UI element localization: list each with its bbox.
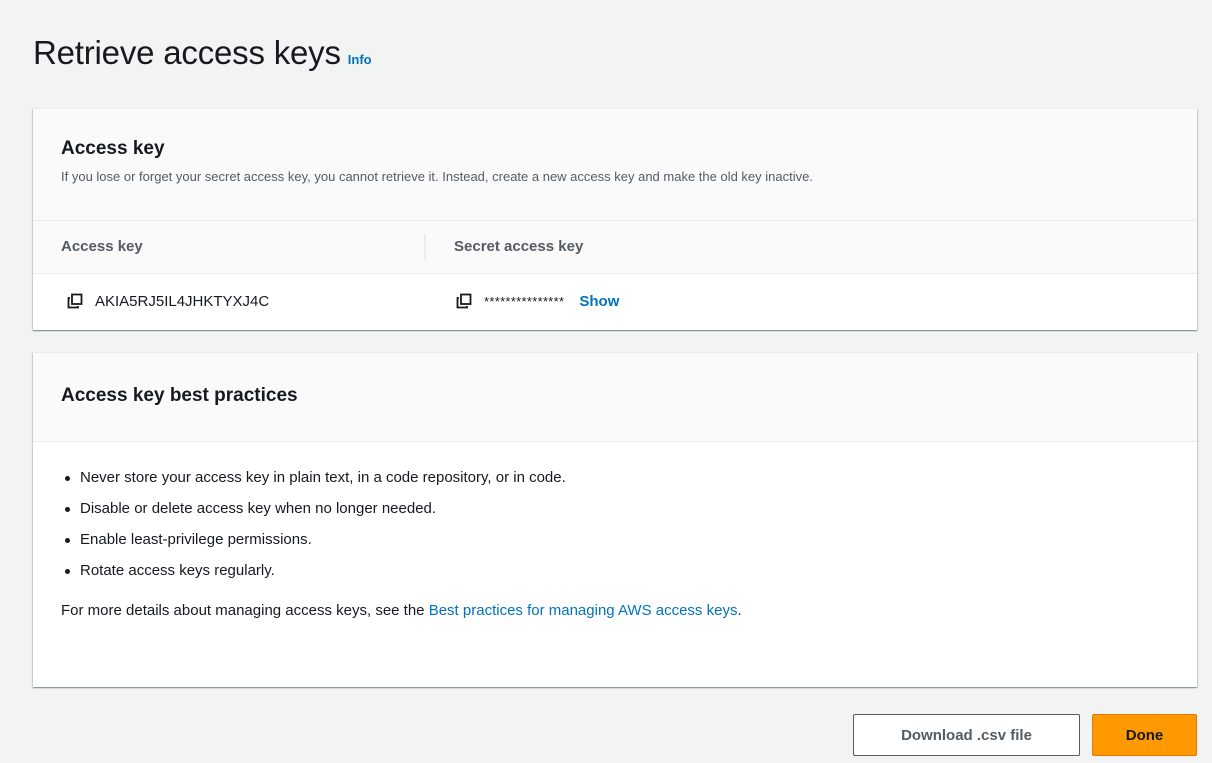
secret-access-key-cell: *************** Show (426, 293, 619, 310)
access-key-description: If you lose or forget your secret access… (61, 169, 813, 184)
best-practices-body: Never store your access key in plain tex… (33, 442, 1197, 619)
access-key-panel-header: Access key If you lose or forget your se… (33, 109, 1197, 221)
column-header-access-key: Access key (33, 234, 426, 260)
best-practices-panel: Access key best practices Never store yo… (33, 352, 1197, 687)
more-details-prefix: For more details about managing access k… (61, 602, 429, 619)
show-secret-link[interactable]: Show (579, 293, 619, 310)
access-key-cell: AKIA5RJ5IL4JHKTYXJ4C (33, 293, 426, 310)
list-item: Disable or delete access key when no lon… (61, 493, 1169, 524)
best-practices-list: Never store your access key in plain tex… (61, 462, 1169, 586)
table-row: AKIA5RJ5IL4JHKTYXJ4C *************** Sho… (33, 274, 1197, 328)
access-key-value: AKIA5RJ5IL4JHKTYXJ4C (95, 292, 270, 310)
best-practices-heading: Access key best practices (61, 385, 298, 406)
column-header-secret-access-key: Secret access key (454, 238, 584, 255)
more-details-text: For more details about managing access k… (61, 602, 1169, 619)
access-key-panel: Access key If you lose or forget your se… (33, 108, 1197, 330)
list-item: Rotate access keys regularly. (61, 555, 1169, 586)
info-link[interactable]: Info (348, 52, 372, 67)
best-practices-panel-header: Access key best practices (33, 353, 1197, 442)
access-key-heading: Access key (61, 138, 165, 159)
page-header: Retrieve access keys Info (33, 34, 372, 72)
list-item: Never store your access key in plain tex… (61, 462, 1169, 493)
best-practices-link[interactable]: Best practices for managing AWS access k… (429, 602, 738, 619)
copy-icon[interactable] (67, 293, 83, 309)
page: Retrieve access keys Info Access key If … (0, 0, 1212, 763)
access-key-table-header: Access key Secret access key (33, 221, 1197, 274)
download-csv-button[interactable]: Download .csv file (853, 714, 1080, 756)
more-details-suffix: . (737, 602, 742, 619)
secret-access-key-masked: *************** (484, 293, 565, 309)
done-button[interactable]: Done (1092, 714, 1197, 756)
list-item: Enable least-privilege permissions. (61, 524, 1169, 555)
page-title: Retrieve access keys (33, 34, 341, 71)
copy-icon[interactable] (456, 293, 472, 309)
